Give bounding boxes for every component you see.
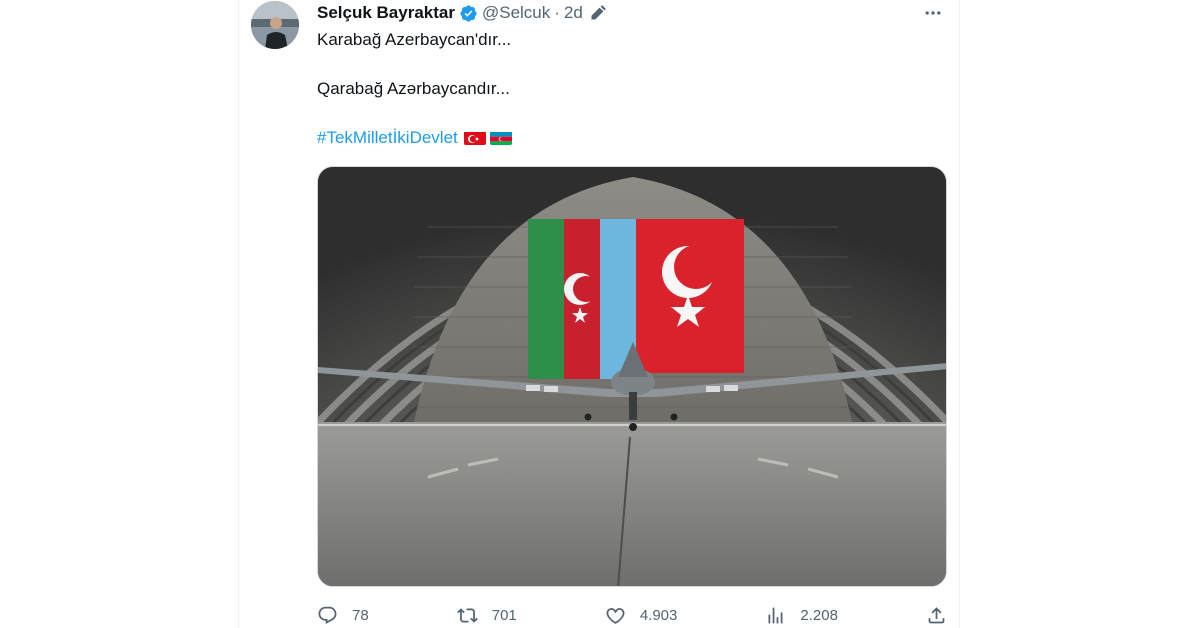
tweet-header: Selçuk Bayraktar @Selcuk · 2d: [317, 2, 607, 24]
like-count: 4.903: [639, 606, 678, 624]
avatar[interactable]: [251, 1, 299, 49]
views-count: 2.208: [800, 606, 838, 624]
reply-icon: [318, 606, 337, 624]
views-button[interactable]: 2.208: [765, 605, 838, 626]
views-bars-icon: [768, 607, 783, 623]
share-button[interactable]: [926, 605, 947, 626]
author-name[interactable]: Selçuk Bayraktar: [317, 3, 455, 23]
tweet-text-line-2: Qarabağ Azərbaycandır...: [317, 79, 510, 98]
retweet-count: 701: [491, 606, 517, 624]
tweet-card[interactable]: Selçuk Bayraktar @Selcuk · 2d Karabağ Az…: [238, 0, 960, 628]
edit-pencil-icon[interactable]: [589, 4, 607, 22]
tweet-text-line-1: Karabağ Azerbaycan'dır...: [317, 30, 512, 49]
retweet-button[interactable]: 701: [456, 605, 517, 626]
separator-dot: ·: [554, 3, 560, 22]
share-icon: [928, 606, 945, 623]
retweet-icon: [456, 607, 478, 623]
heart-icon: [606, 607, 625, 624]
reply-button[interactable]: 78: [317, 605, 369, 626]
timestamp[interactable]: 2d: [564, 3, 583, 23]
hangar-drone-photo: [318, 167, 946, 586]
hashtag-link[interactable]: #TekMilletİkiDevlet: [317, 128, 458, 148]
more-dots-icon[interactable]: [921, 2, 945, 24]
azerbaijan-flag-emoji: [489, 131, 512, 145]
reply-count: 78: [352, 606, 369, 624]
verified-badge-icon: [459, 4, 478, 23]
hashtag-line: #TekMilletİkiDevlet: [317, 128, 512, 148]
turkey-flag-emoji: [463, 131, 486, 145]
author-handle[interactable]: @Selcuk: [482, 3, 550, 23]
like-button[interactable]: 4.903: [605, 605, 678, 626]
tweet-media-image[interactable]: [317, 166, 947, 587]
tweet-actions: 78 701 4.903 2.208: [317, 602, 947, 628]
